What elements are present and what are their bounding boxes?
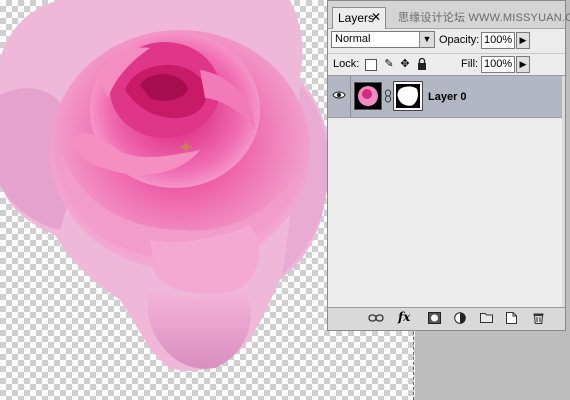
fx-icon[interactable]: fx [398, 310, 410, 324]
watermark-text: 思缘设计论坛 WWW.MISSYUAN.COM [398, 12, 570, 24]
chevron-down-icon[interactable]: ▼ [419, 32, 434, 47]
trash-icon[interactable] [533, 312, 544, 324]
opacity-slider-button[interactable]: ▶ [516, 32, 530, 49]
lock-row: Lock: ✎ ✥ Fill: 100% ▶ [328, 53, 565, 76]
fill-input[interactable]: 100% [481, 56, 515, 73]
lock-transparent-icon[interactable] [365, 59, 377, 71]
layer-thumbnail[interactable] [354, 82, 382, 110]
blend-mode-value: Normal [335, 33, 371, 45]
blend-row: Normal ▼ Opacity: 100% ▶ [328, 29, 565, 53]
tab-layers[interactable]: Layers ✕ [332, 7, 386, 29]
layers-scrollbar[interactable] [562, 76, 565, 309]
lock-label: Lock: [333, 58, 360, 70]
eye-icon [332, 91, 346, 99]
layers-list: Layer 0 [328, 75, 565, 311]
panel-tab-strip: Layers ✕ 思缘设计论坛 WWW.MISSYUAN.COM [328, 1, 570, 29]
move-icon[interactable]: ✥ [399, 58, 411, 70]
layer-mask-thumbnail[interactable] [393, 81, 423, 111]
adjustment-icon[interactable] [454, 312, 466, 324]
new-layer-icon[interactable] [506, 312, 517, 324]
link-layers-icon[interactable] [368, 312, 384, 324]
fill-slider-button[interactable]: ▶ [516, 56, 530, 73]
layer-row-layer-0[interactable]: Layer 0 [328, 76, 565, 118]
opacity-input[interactable]: 100% [481, 32, 515, 49]
blend-mode-select[interactable]: Normal ▼ [331, 31, 435, 48]
tab-layers-label: Layers [338, 11, 375, 25]
panel-bottom-bar: fx [328, 307, 565, 330]
link-icon[interactable] [384, 89, 392, 103]
brush-icon[interactable]: ✎ [383, 58, 395, 70]
visibility-toggle[interactable] [328, 76, 351, 117]
layer-name[interactable]: Layer 0 [428, 91, 467, 103]
add-mask-icon[interactable] [428, 312, 441, 324]
lock-icon[interactable] [416, 57, 428, 70]
fill-label: Fill: [461, 58, 479, 70]
layers-panel: Layers ✕ 思缘设计论坛 WWW.MISSYUAN.COM Normal … [327, 0, 570, 331]
opacity-label: Opacity: [439, 34, 480, 46]
group-folder-icon[interactable] [480, 312, 493, 323]
close-icon[interactable]: ✕ [371, 11, 381, 23]
